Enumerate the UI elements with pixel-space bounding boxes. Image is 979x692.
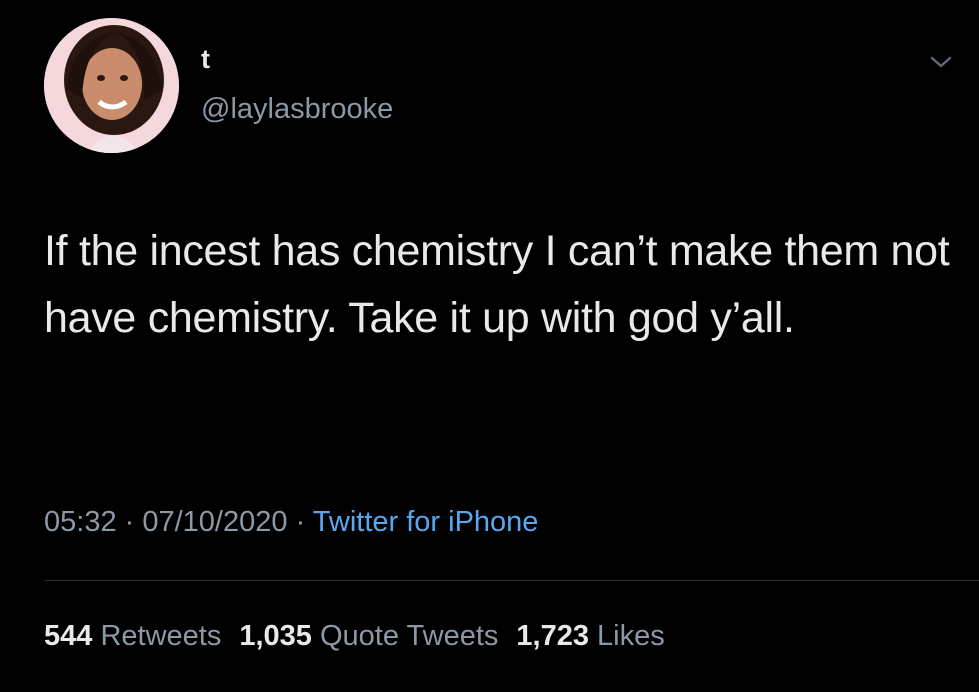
retweets-label: Retweets	[100, 620, 222, 652]
tweet-text: If the incest has chemistry I can’t make…	[44, 227, 950, 342]
likes-stat[interactable]: 1,723 Likes	[516, 620, 682, 652]
tweet-stats: 544 Retweets 1,035 Quote Tweets 1,723 Like…	[44, 618, 683, 654]
quote-tweets-count: 1,035	[239, 620, 312, 652]
tweet-time[interactable]: 05:32	[44, 506, 117, 538]
quote-tweets-label: Quote Tweets	[319, 620, 499, 652]
retweets-count: 544	[44, 620, 93, 652]
retweets-stat[interactable]: 544 Retweets	[44, 620, 239, 652]
divider	[44, 580, 979, 581]
avatar-image	[44, 18, 179, 153]
likes-count: 1,723	[516, 620, 589, 652]
avatar[interactable]	[44, 18, 179, 153]
quote-tweets-stat[interactable]: 1,035 Quote Tweets	[239, 620, 516, 652]
tweet-meta: 05:32 · 07/10/2020 · Twitter for iPhone	[44, 504, 538, 540]
user-handle[interactable]: @laylasbrooke	[201, 92, 393, 126]
display-name[interactable]: t	[201, 44, 210, 74]
tweet-source-link[interactable]: Twitter for iPhone	[313, 506, 539, 538]
tweet-date[interactable]: 07/10/2020	[142, 506, 287, 538]
chevron-down-icon[interactable]	[928, 52, 954, 72]
meta-separator: ·	[116, 506, 143, 538]
likes-label: Likes	[597, 620, 665, 652]
meta-separator: ·	[287, 506, 313, 538]
tweet-card: t @laylasbrooke If the incest has chemis…	[0, 0, 979, 692]
